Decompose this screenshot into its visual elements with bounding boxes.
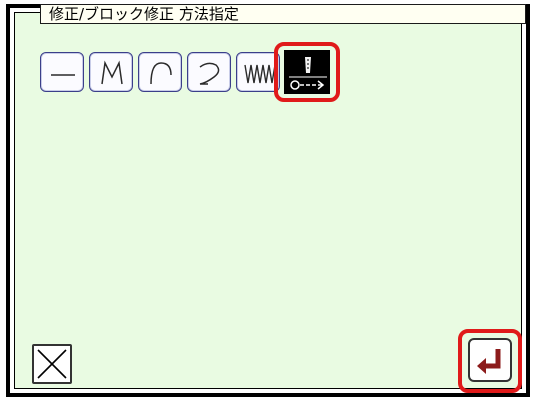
straight-line-tool-button[interactable] — [40, 52, 84, 92]
point-move-tool-icon — [289, 57, 327, 90]
page-title: 修正/ブロック修正 方法指定 — [49, 5, 239, 23]
title-bar: 修正/ブロック修正 方法指定 — [40, 4, 526, 24]
enter-arrow-icon — [477, 349, 501, 374]
close-icon — [37, 349, 67, 379]
curve-tool-button[interactable] — [187, 52, 231, 92]
enter-button[interactable] — [468, 338, 512, 382]
arc-tool-button[interactable] — [138, 52, 182, 92]
arc-tool-icon — [150, 62, 172, 85]
cancel-button[interactable] — [32, 344, 72, 384]
straight-line-tool-icon — [51, 74, 75, 76]
zigzag-tool-icon — [101, 60, 123, 85]
curve-tool-icon — [199, 62, 220, 85]
zigzag-tool-button[interactable] — [89, 52, 133, 92]
point-move-tool-button[interactable] — [284, 50, 330, 94]
